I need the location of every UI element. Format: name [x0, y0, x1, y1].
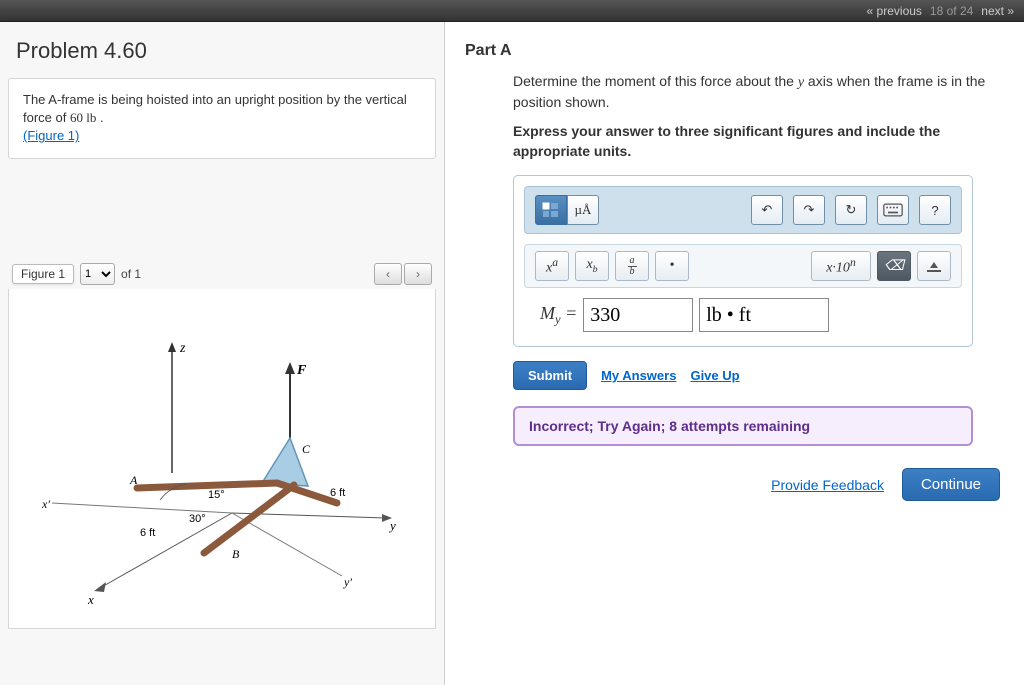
bottom-actions: Provide Feedback Continue — [465, 468, 1004, 501]
fraction-button[interactable]: ab — [615, 251, 649, 281]
submit-button[interactable]: Submit — [513, 361, 587, 390]
svg-text:C: C — [302, 442, 311, 456]
superscript-button[interactable]: xa — [535, 251, 569, 281]
undo-button[interactable]: ↶ — [751, 195, 783, 225]
keyboard-button[interactable] — [877, 195, 909, 225]
figure-image: z F y x x′ y′ C A B — [8, 289, 436, 629]
figure-prev-button[interactable]: ‹ — [374, 263, 402, 285]
problem-panel: Problem 4.60 The A-frame is being hoiste… — [0, 22, 445, 685]
svg-text:z: z — [179, 341, 186, 356]
svg-text:15°: 15° — [208, 489, 225, 501]
svg-text:F: F — [296, 363, 307, 378]
answer-panel: Part A Determine the moment of this forc… — [445, 22, 1024, 685]
templates-button[interactable] — [535, 195, 567, 225]
problem-statement: The A-frame is being hoisted into an upr… — [8, 78, 436, 159]
special-char-button[interactable] — [917, 251, 951, 281]
figure-svg: z F y x x′ y′ C A B — [32, 308, 412, 608]
units-button[interactable]: µÅ — [567, 195, 599, 225]
figure-select[interactable]: 1 — [80, 263, 115, 285]
dot-button[interactable]: • — [655, 251, 689, 281]
answer-value-input[interactable] — [583, 298, 693, 332]
svg-text:x: x — [87, 592, 94, 607]
feedback-message: Incorrect; Try Again; 8 attempts remaini… — [513, 406, 973, 446]
svg-text:x′: x′ — [41, 497, 50, 511]
scientific-button[interactable]: x·10n — [811, 251, 871, 281]
reset-button[interactable]: ↻ — [835, 195, 867, 225]
answer-line: My = — [540, 298, 962, 332]
svg-text:6 ft: 6 ft — [330, 487, 345, 499]
part-a-description: Determine the moment of this force about… — [513, 72, 1004, 112]
figure-header: Figure 1 1 of 1 ‹ › — [8, 259, 436, 289]
figure-label: Figure 1 — [12, 264, 74, 284]
top-navigation: « previous 18 of 24 next » — [0, 0, 1024, 22]
input-toolbar: xa xb ab • x·10n ⌫ — [524, 244, 962, 288]
previous-link[interactable]: « previous — [867, 4, 922, 18]
answer-label: My = — [540, 303, 577, 328]
svg-text:y: y — [388, 518, 396, 533]
page-count: 18 of 24 — [930, 4, 973, 18]
part-a-title: Part A — [465, 42, 1004, 60]
svg-text:6 ft: 6 ft — [140, 527, 155, 539]
submit-row: Submit My Answers Give Up — [513, 361, 1004, 390]
redo-button[interactable]: ↷ — [793, 195, 825, 225]
format-toolbar: µÅ ↶ ↷ ↻ ? — [524, 186, 962, 234]
backspace-button[interactable]: ⌫ — [877, 251, 911, 281]
svg-text:B: B — [232, 547, 240, 561]
svg-text:30°: 30° — [189, 513, 206, 525]
provide-feedback-link[interactable]: Provide Feedback — [771, 477, 884, 493]
answer-unit-input[interactable] — [699, 298, 829, 332]
help-button[interactable]: ? — [919, 195, 951, 225]
continue-button[interactable]: Continue — [902, 468, 1000, 501]
problem-text-suffix: . — [100, 110, 104, 125]
figure-of-text: of 1 — [121, 267, 141, 281]
next-link[interactable]: next » — [981, 4, 1014, 18]
subscript-button[interactable]: xb — [575, 251, 609, 281]
problem-title: Problem 4.60 — [8, 32, 436, 78]
problem-force-value: 60 lb — [70, 110, 96, 125]
answer-box: µÅ ↶ ↷ ↻ ? xa xb ab • x·10 — [513, 175, 973, 347]
my-answers-link[interactable]: My Answers — [601, 368, 676, 383]
figure-next-button[interactable]: › — [404, 263, 432, 285]
give-up-link[interactable]: Give Up — [690, 368, 739, 383]
svg-text:y′: y′ — [343, 575, 352, 589]
svg-text:A: A — [129, 473, 138, 487]
part-a-instructions: Express your answer to three significant… — [513, 122, 1004, 161]
figure-link[interactable]: (Figure 1) — [23, 128, 79, 143]
